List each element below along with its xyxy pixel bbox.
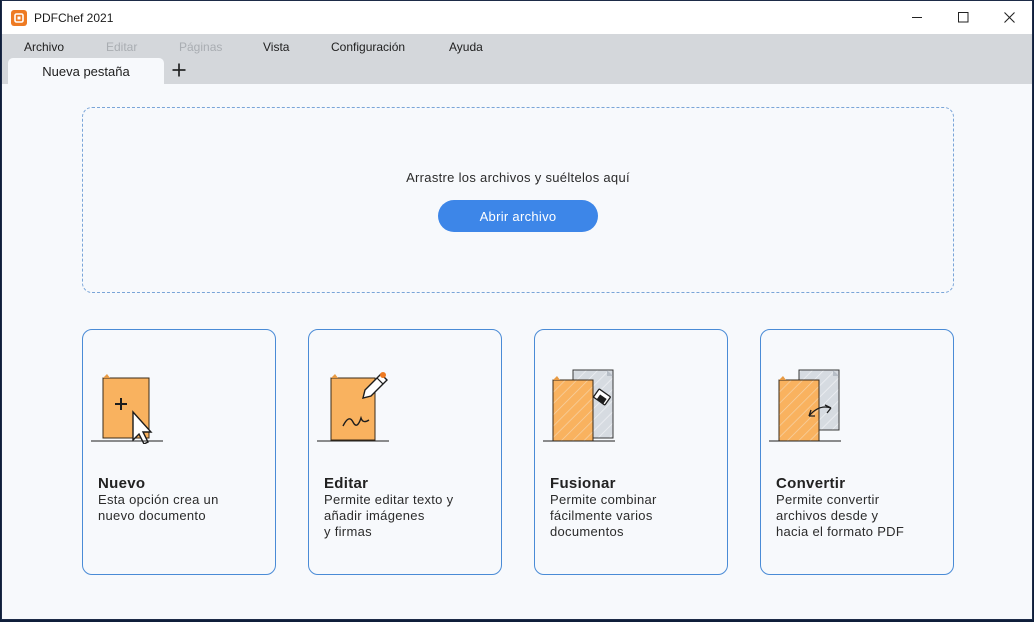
tab-bar: Nueva pestaña: [2, 58, 1032, 84]
card-nuevo[interactable]: Nuevo Esta opción crea un nuevo document…: [82, 329, 276, 575]
merge-documents-icon: [543, 369, 615, 442]
tab-nueva-pestana[interactable]: Nueva pestaña: [8, 58, 164, 84]
menu-editar[interactable]: Editar: [106, 40, 137, 54]
menu-archivo[interactable]: Archivo: [24, 40, 64, 54]
card-title: Editar: [324, 475, 369, 492]
close-button[interactable]: [986, 1, 1032, 34]
card-title: Nuevo: [98, 475, 146, 492]
card-description: Permite combinar fácilmente varios docum…: [550, 492, 657, 539]
maximize-button[interactable]: [940, 1, 986, 34]
card-title: Convertir: [776, 475, 846, 492]
pdfchef-logo-icon: [11, 10, 27, 26]
minimize-button[interactable]: [894, 1, 940, 34]
plus-icon: [172, 63, 186, 77]
tab-label: Nueva pestaña: [42, 63, 130, 79]
card-description: Permite convertir archivos desde y hacia…: [776, 492, 905, 539]
card-fusionar[interactable]: Fusionar Permite combinar fácilmente var…: [534, 329, 728, 575]
convert-document-icon: [769, 369, 841, 442]
card-description: Permite editar texto y añadir imágenes y…: [324, 492, 454, 539]
open-file-button[interactable]: Abrir archivo: [438, 200, 598, 232]
menu-paginas[interactable]: Páginas: [179, 40, 222, 54]
window-title: PDFChef 2021: [34, 11, 114, 25]
menu-ayuda[interactable]: Ayuda: [449, 40, 483, 54]
menu-vista[interactable]: Vista: [263, 40, 289, 54]
app-window: PDFChef 2021 Archivo Editar Páginas Vist…: [1, 0, 1033, 620]
drop-hint-text: Arrastre los archivos y suéltelos aquí: [406, 170, 630, 185]
menu-bar: Archivo Editar Páginas Vista Configuraci…: [2, 34, 1032, 58]
maximize-icon: [957, 12, 968, 23]
card-editar[interactable]: Editar Permite editar texto y añadir imá…: [308, 329, 502, 575]
add-tab-button[interactable]: [169, 60, 189, 80]
menu-configuracion[interactable]: Configuración: [331, 40, 405, 54]
card-title: Fusionar: [550, 475, 616, 492]
new-document-icon: [91, 374, 163, 444]
file-drop-zone[interactable]: Arrastre los archivos y suéltelos aquí A…: [82, 107, 954, 293]
card-convertir[interactable]: Convertir Permite convertir archivos des…: [760, 329, 954, 575]
title-bar: PDFChef 2021: [2, 1, 1032, 34]
minimize-icon: [911, 17, 922, 18]
card-description: Esta opción crea un nuevo documento: [98, 492, 219, 523]
edit-document-icon: [317, 372, 389, 442]
close-icon: [1003, 12, 1015, 23]
